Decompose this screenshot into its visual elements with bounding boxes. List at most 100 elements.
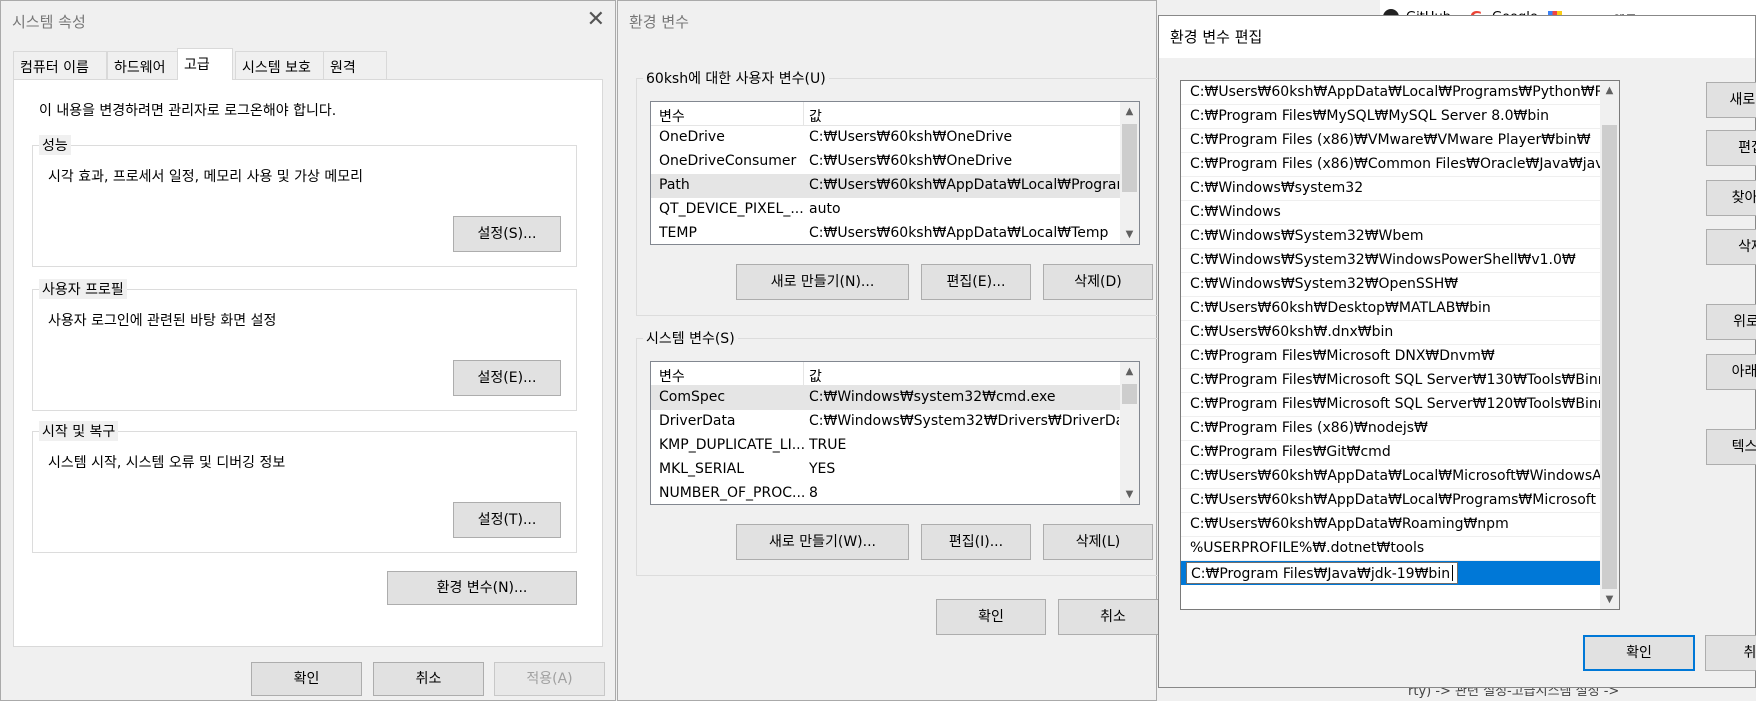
list-item[interactable]: C:₩Windows <box>1181 201 1619 225</box>
tab-advanced[interactable]: 고급 <box>177 48 233 80</box>
user-profile-group: 사용자 프로필 사용자 로그인에 관련된 바탕 화면 설정 설정(E)... <box>32 279 577 411</box>
system-delete-button[interactable]: 삭제(L) <box>1043 524 1153 560</box>
table-row[interactable]: ComSpec C:₩Windows₩system32₩cmd.exe <box>651 386 1139 410</box>
side-move-down-button[interactable]: 아래로 <box>1706 354 1756 390</box>
side-move-up-button[interactable]: 위로 ( <box>1706 304 1756 340</box>
var-value: TRUE <box>809 437 847 453</box>
scroll-up-icon[interactable]: ▲ <box>1600 85 1619 96</box>
ok-button[interactable]: 확인 <box>251 662 362 696</box>
window-title: 환경 변수 <box>629 13 689 31</box>
list-item[interactable]: C:₩Users₩60ksh₩.dnx₩bin <box>1181 321 1619 345</box>
scroll-up-icon[interactable]: ▲ <box>1120 366 1139 377</box>
table-row[interactable]: QT_DEVICE_PIXEL_... auto <box>651 198 1139 222</box>
col-value[interactable]: 값 <box>809 106 822 126</box>
list-item[interactable]: C:₩Users₩60ksh₩Desktop₩MATLAB₩bin <box>1181 297 1619 321</box>
user-edit-button[interactable]: 편집(E)... <box>921 264 1031 300</box>
list-item[interactable]: C:₩Program Files₩Git₩cmd <box>1181 441 1619 465</box>
scrollbar[interactable]: ▲ ▼ <box>1120 102 1139 244</box>
close-icon[interactable]: ✕ <box>587 7 605 32</box>
var-value: auto <box>809 201 841 217</box>
scrollbar[interactable]: ▲ ▼ <box>1600 81 1619 609</box>
table-row[interactable]: TEMP C:₩Users₩60ksh₩AppData₩Local₩Temp <box>651 222 1139 244</box>
side-edit-button[interactable]: 편집 <box>1706 130 1756 166</box>
path-list[interactable]: C:₩Users₩60ksh₩AppData₩Local₩Programs₩Py… <box>1180 80 1620 610</box>
performance-group: 성능 시각 효과, 프로세서 일정, 메모리 사용 및 가상 메모리 설정(S)… <box>32 135 577 267</box>
table-row[interactable]: MKL_SERIAL YES <box>651 458 1139 482</box>
col-variable[interactable]: 변수 <box>659 366 685 386</box>
edit-cancel-button[interactable]: 취 <box>1705 635 1756 671</box>
user-new-button[interactable]: 새로 만들기(N)... <box>736 264 909 300</box>
var-value: C:₩Windows₩system32₩cmd.exe <box>809 389 1056 405</box>
var-value: YES <box>809 461 836 477</box>
list-item[interactable]: C:₩Windows₩System32₩WindowsPowerShell₩v1… <box>1181 249 1619 273</box>
list-item[interactable]: C:₩Windows₩System32₩OpenSSH₩ <box>1181 273 1619 297</box>
list-item[interactable]: C:₩Users₩60ksh₩AppData₩Local₩Microsoft₩W… <box>1181 465 1619 489</box>
system-properties-window: 시스템 속성 ✕ 컴퓨터 이름 하드웨어 고급 시스템 보호 원격 이 내용을 … <box>0 0 616 701</box>
column-divider <box>803 362 804 386</box>
table-row[interactable]: OneDrive C:₩Users₩60ksh₩OneDrive <box>651 126 1139 150</box>
startup-recovery-settings-button[interactable]: 설정(T)... <box>453 502 561 538</box>
system-properties-titlebar[interactable]: 시스템 속성 ✕ <box>1 1 615 41</box>
env-ok-button[interactable]: 확인 <box>936 599 1046 635</box>
list-item[interactable]: %USERPROFILE%₩.dotnet₩tools <box>1181 537 1619 561</box>
user-profile-settings-button[interactable]: 설정(E)... <box>453 360 561 396</box>
var-name: ComSpec <box>659 389 726 405</box>
scroll-thumb[interactable] <box>1122 124 1137 192</box>
scroll-down-icon[interactable]: ▼ <box>1120 489 1139 500</box>
env-cancel-button[interactable]: 취소 <box>1058 599 1168 635</box>
side-new-button[interactable]: 새로 만 <box>1706 82 1756 118</box>
side-browse-button[interactable]: 찾아보 <box>1706 180 1756 216</box>
scroll-thumb[interactable] <box>1602 125 1617 589</box>
table-row[interactable]: NUMBER_OF_PROC... 8 <box>651 482 1139 504</box>
table-row[interactable]: Path C:₩Users₩60ksh₩AppData₩Local₩Program… <box>651 174 1139 198</box>
list-item[interactable]: C:₩Program Files₩Microsoft SQL Server₩13… <box>1181 369 1619 393</box>
scroll-down-icon[interactable]: ▼ <box>1600 594 1619 605</box>
list-item[interactable]: C:₩Users₩60ksh₩AppData₩Roaming₩npm <box>1181 513 1619 537</box>
user-vars-list[interactable]: 변수 값 OneDrive C:₩Users₩60ksh₩OneDrive One… <box>650 101 1140 245</box>
col-variable[interactable]: 변수 <box>659 106 685 126</box>
environment-variables-button[interactable]: 환경 변수(N)... <box>387 571 577 605</box>
edit-input-text: C:₩Program Files₩Java₩jdk-19₩bin <box>1191 566 1451 582</box>
cancel-button[interactable]: 취소 <box>373 662 484 696</box>
table-row[interactable]: DriverData C:₩Windows₩System32₩Drivers₩Dr… <box>651 410 1139 434</box>
list-item[interactable]: C:₩Program Files (x86)₩VMware₩VMware Pla… <box>1181 129 1619 153</box>
system-vars-label: 시스템 변수(S) <box>643 328 738 348</box>
table-row[interactable]: KMP_DUPLICATE_LI... TRUE <box>651 434 1139 458</box>
list-item[interactable]: C:₩Program Files₩Microsoft SQL Server₩12… <box>1181 393 1619 417</box>
col-value[interactable]: 값 <box>809 366 822 386</box>
path-edit-row[interactable]: C:₩Program Files₩Java₩jdk-19₩bin <box>1181 561 1619 585</box>
edit-ok-button[interactable]: 확인 <box>1583 635 1695 671</box>
list-item[interactable]: C:₩Program Files (x86)₩nodejs₩ <box>1181 417 1619 441</box>
var-name: QT_DEVICE_PIXEL_... <box>659 201 804 217</box>
list-item[interactable]: C:₩Users₩60ksh₩AppData₩Local₩Programs₩Py… <box>1181 81 1619 105</box>
var-name: OneDrive <box>659 129 725 145</box>
system-new-button[interactable]: 새로 만들기(W)... <box>736 524 909 560</box>
side-delete-button[interactable]: 삭제 <box>1706 229 1756 265</box>
scrollbar[interactable]: ▲ ▼ <box>1120 362 1139 504</box>
var-name: Path <box>659 177 690 193</box>
tab-system-protection[interactable]: 시스템 보호 <box>235 51 333 79</box>
startup-recovery-label: 시작 및 복구 <box>39 421 119 441</box>
list-item[interactable]: C:₩Windows₩system32 <box>1181 177 1619 201</box>
side-edit-text-button[interactable]: 텍스트 <box>1706 429 1756 465</box>
tab-computer-name[interactable]: 컴퓨터 이름 <box>13 51 107 79</box>
scroll-down-icon[interactable]: ▼ <box>1120 229 1139 240</box>
scroll-thumb[interactable] <box>1122 384 1137 404</box>
env-vars-titlebar[interactable]: 환경 변수 <box>618 1 1156 41</box>
scroll-up-icon[interactable]: ▲ <box>1120 106 1139 117</box>
list-item[interactable]: C:₩Users₩60ksh₩AppData₩Local₩Programs₩Mi… <box>1181 489 1619 513</box>
table-row[interactable]: OneDriveConsumer C:₩Users₩60ksh₩OneDrive <box>651 150 1139 174</box>
list-item[interactable]: C:₩Program Files (x86)₩Common Files₩Orac… <box>1181 153 1619 177</box>
path-edit-input[interactable]: C:₩Program Files₩Java₩jdk-19₩bin <box>1186 562 1459 584</box>
system-vars-list[interactable]: 변수 값 ComSpec C:₩Windows₩system32₩cmd.exe … <box>650 361 1140 505</box>
system-edit-button[interactable]: 편집(I)... <box>921 524 1031 560</box>
list-item[interactable]: C:₩Program Files₩Microsoft DNX₩Dnvm₩ <box>1181 345 1619 369</box>
user-delete-button[interactable]: 삭제(D) <box>1043 264 1153 300</box>
tab-remote[interactable]: 원격 <box>323 51 387 79</box>
edit-dialog-titlebar[interactable]: 환경 변수 편집 <box>1159 16 1755 58</box>
var-name: KMP_DUPLICATE_LI... <box>659 437 804 453</box>
performance-settings-button[interactable]: 설정(S)... <box>453 216 561 252</box>
apply-button[interactable]: 적용(A) <box>494 662 605 696</box>
list-item[interactable]: C:₩Windows₩System32₩Wbem <box>1181 225 1619 249</box>
list-item[interactable]: C:₩Program Files₩MySQL₩MySQL Server 8.0₩… <box>1181 105 1619 129</box>
